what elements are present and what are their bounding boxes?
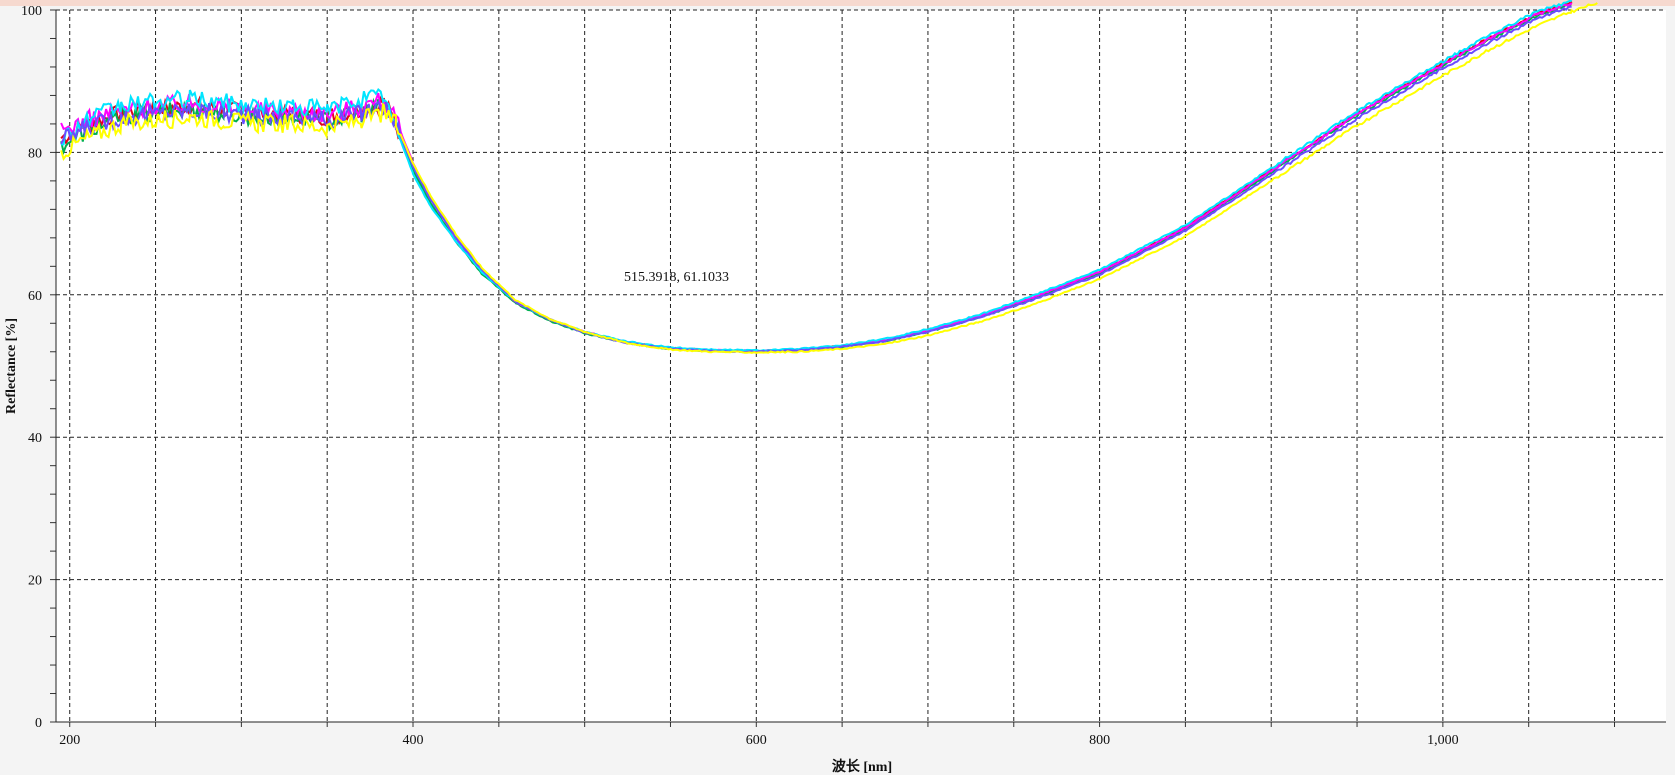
reflectance-chart[interactable]: 200 400 600 800 1,000 0 20 40 60 80 100 515.3918,… (0, 0, 1675, 775)
y-tick-labels: 0 20 40 60 80 100 (21, 4, 42, 731)
y-tick-label: 60 (28, 289, 42, 304)
x-tick-label: 600 (746, 733, 767, 748)
x-tick-labels: 200 400 600 800 1,000 (59, 733, 1458, 748)
y-tick-label: 80 (28, 146, 42, 161)
y-axis-title: Reflectance [%] (4, 318, 19, 414)
x-tick-label: 800 (1089, 733, 1110, 748)
x-axis-title: 波长 [nm] (832, 758, 892, 775)
x-tick-label: 400 (403, 733, 424, 748)
x-tick-label: 200 (59, 733, 80, 748)
y-tick-label: 100 (21, 4, 42, 19)
y-tick-label: 20 (28, 574, 42, 589)
y-tick-label: 0 (35, 716, 42, 731)
x-tick-label: 1,000 (1427, 733, 1459, 748)
cursor-readout: 515.3918, 61.1033 (624, 270, 729, 285)
y-tick-label: 40 (28, 431, 42, 446)
